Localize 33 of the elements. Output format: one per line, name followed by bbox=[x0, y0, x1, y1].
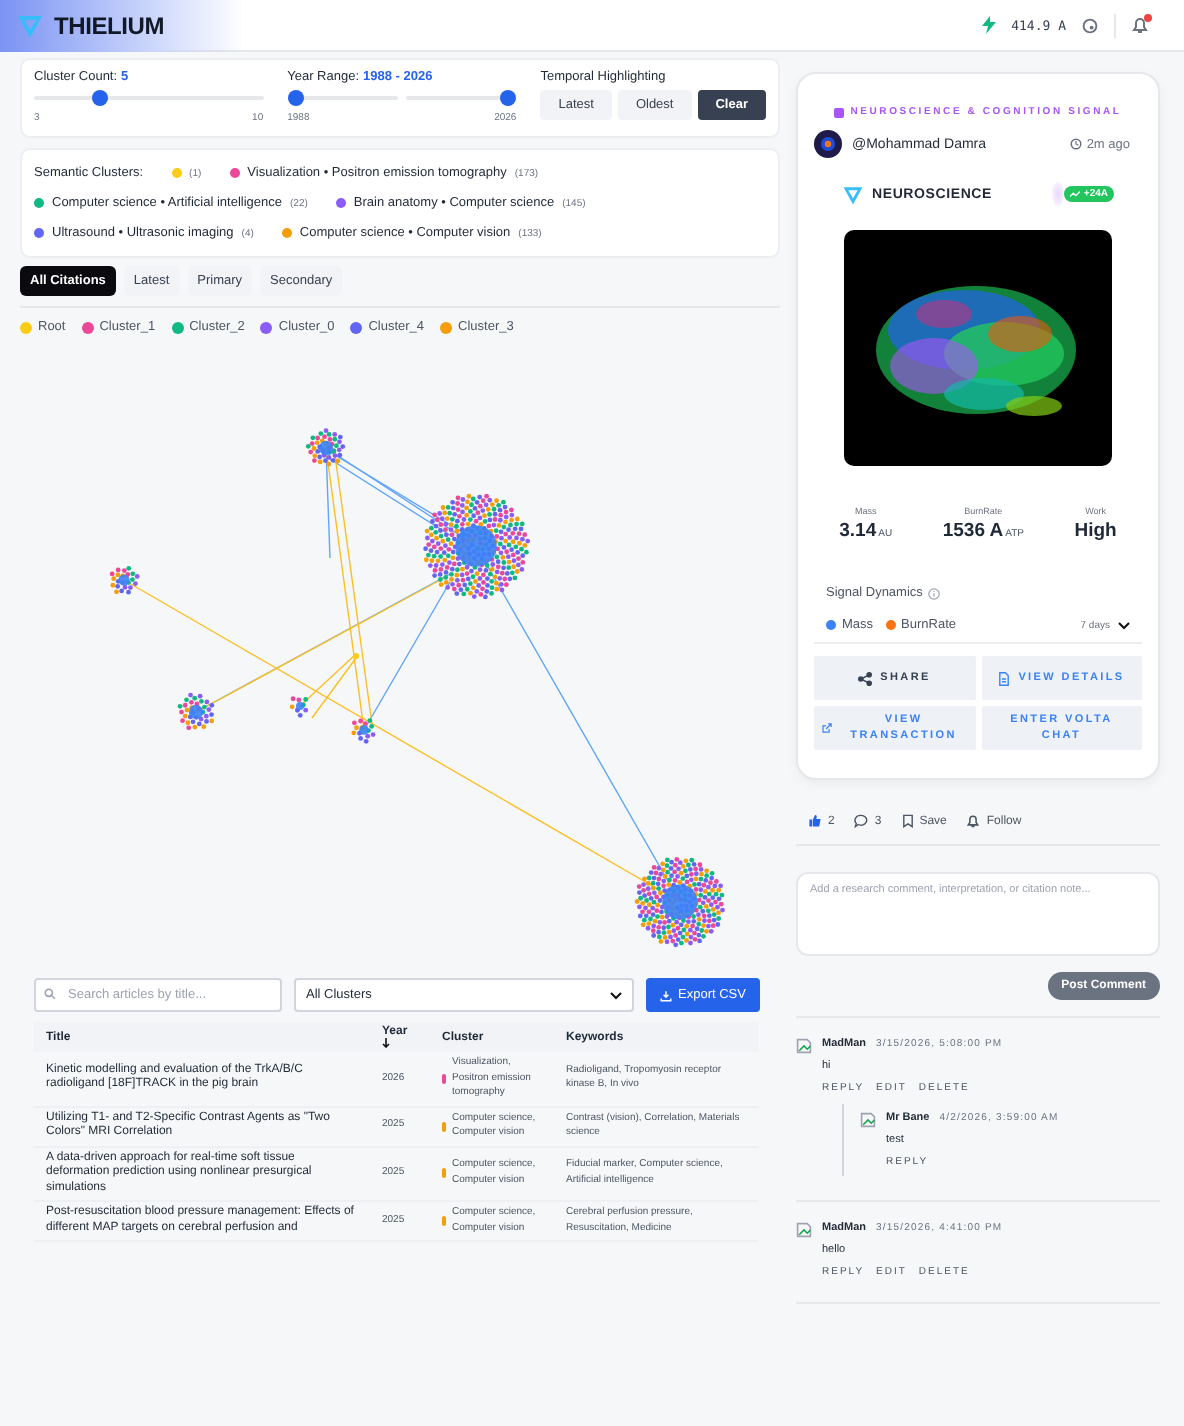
bell-icon bbox=[966, 814, 981, 828]
search-icon bbox=[44, 988, 56, 1000]
grid-icon bbox=[834, 107, 845, 117]
stat-value: 3.14 bbox=[839, 520, 877, 542]
chevron-down-icon bbox=[610, 991, 622, 999]
thumbs-up-icon[interactable] bbox=[808, 814, 822, 828]
logo-icon bbox=[16, 11, 44, 39]
cluster-count-slider[interactable] bbox=[34, 90, 264, 106]
download-icon bbox=[660, 989, 672, 1001]
glow-icon bbox=[1052, 182, 1064, 206]
brand-name: THIELIUM bbox=[54, 11, 165, 39]
clock-icon bbox=[1070, 138, 1083, 150]
broken-image-icon bbox=[796, 1038, 812, 1054]
avatar-icon bbox=[814, 130, 842, 158]
lightning-icon bbox=[981, 16, 996, 34]
bookmark-icon bbox=[901, 814, 914, 828]
chevron-down-icon[interactable] bbox=[1118, 621, 1130, 629]
document-icon bbox=[998, 671, 1011, 685]
broken-image-icon bbox=[860, 1112, 876, 1128]
stat-value: 1536 A bbox=[942, 520, 1004, 542]
broken-image-icon bbox=[796, 1222, 812, 1238]
slider-thumb[interactable] bbox=[92, 90, 109, 106]
palette-icon[interactable] bbox=[1082, 17, 1098, 33]
notifications-button[interactable] bbox=[1132, 16, 1148, 34]
year-slider[interactable] bbox=[405, 90, 517, 106]
slider-thumb[interactable] bbox=[500, 90, 517, 106]
year-slider[interactable] bbox=[287, 90, 398, 106]
share-icon bbox=[858, 671, 873, 685]
slider-thumb[interactable] bbox=[287, 90, 304, 106]
external-link-icon bbox=[822, 722, 833, 734]
comment-icon[interactable] bbox=[854, 814, 869, 828]
topic-logo-icon bbox=[842, 183, 864, 205]
stat-value: High bbox=[1074, 520, 1117, 542]
